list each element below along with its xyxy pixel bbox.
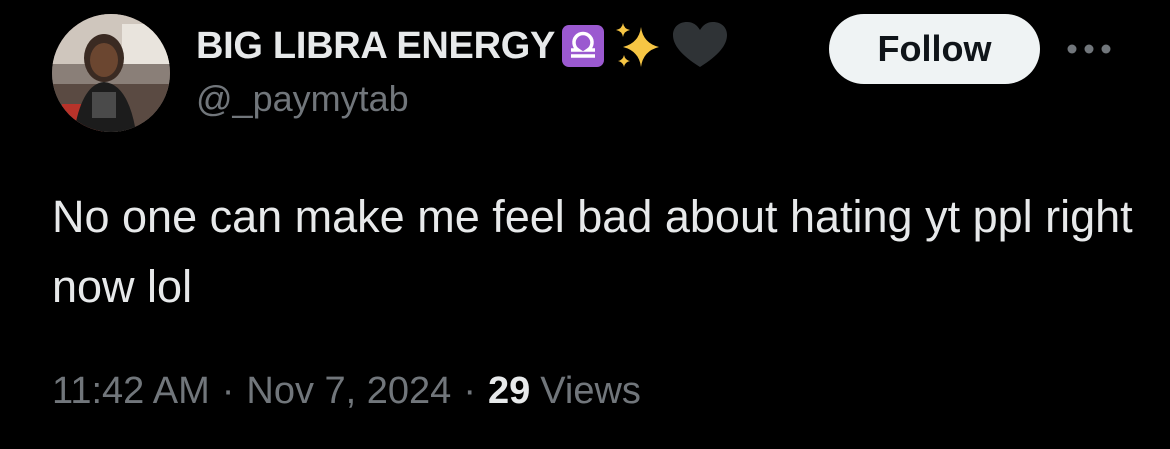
tweet-text: No one can make me feel bad about hating… [52,191,1133,312]
more-dots-icon[interactable] [1064,34,1114,64]
tweet: BIG LIBRA ENERGY @_paymytab Follow No on… [0,0,1170,449]
avatar[interactable] [52,14,170,132]
tweet-meta: 11:42 AM · Nov 7, 2024 · 29 Views [52,370,641,413]
author-handle[interactable]: @_paymytab [196,78,409,120]
meta-separator: · [221,370,235,412]
display-name[interactable]: BIG LIBRA ENERGY [196,25,555,68]
views-label: Views [540,370,641,412]
sparkles-icon [611,19,665,73]
tweet-date[interactable]: Nov 7, 2024 [246,370,451,413]
meta-separator: · [463,370,476,412]
tweet-time[interactable]: 11:42 AM [52,370,210,413]
views-count[interactable]: 29 [488,370,530,413]
libra-sign-icon [561,24,605,68]
follow-button[interactable]: Follow [829,14,1040,84]
author-name-row: BIG LIBRA ENERGY [196,18,729,74]
black-heart-icon [671,21,729,71]
